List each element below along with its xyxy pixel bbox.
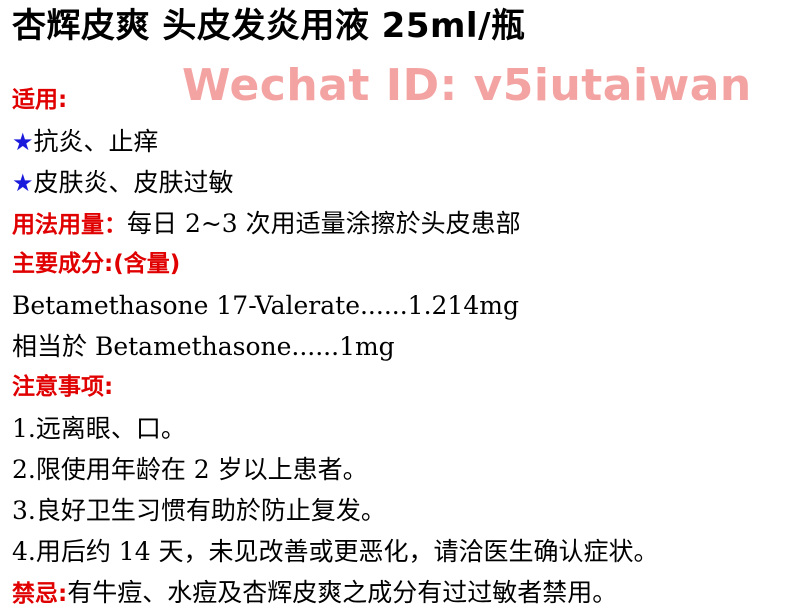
usage-item-text: 皮肤炎、皮肤过敏	[33, 168, 234, 197]
ingredients-heading: 主要成分:(含量)	[12, 251, 181, 277]
dosage-label: 用法用量：	[12, 212, 127, 238]
usage-item-text: 抗炎、止痒	[33, 127, 159, 156]
precaution-item: 4.用后约 14 天，未见改善或更恶化，请洽医生确认症状。	[12, 537, 659, 566]
precaution-item: 2.限使用年龄在 2 岁以上患者。	[12, 455, 368, 484]
ingredient-item: 相当於 Betamethasone......1mg	[12, 332, 395, 361]
precautions-heading: 注意事项:	[12, 374, 114, 400]
product-label: 杏辉皮爽 头皮发炎用液 25ml/瓶 Wechat ID: v5iutaiwan…	[0, 0, 800, 608]
product-title: 杏辉皮爽 头皮发炎用液 25ml/瓶	[12, 6, 526, 46]
precaution-item: 3.良好卫生习惯有助於防止复发。	[12, 496, 386, 525]
usage-item: ★皮肤炎、皮肤过敏	[12, 162, 792, 203]
contraindications-text: 有牛痘、水痘及杏辉皮爽之成分有过过敏者禁用。	[67, 578, 618, 607]
contraindications-line: 禁忌:有牛痘、水痘及杏辉皮爽之成分有过过敏者禁用。	[12, 572, 792, 613]
contraindications-label: 禁忌:	[12, 581, 68, 607]
ingredient-item: Betamethasone 17-Valerate......1.214mg	[12, 291, 519, 320]
usage-heading: 适用:	[12, 87, 68, 113]
dosage-text: 每日 2~3 次用适量涂擦於头皮患部	[127, 209, 521, 238]
label-content: 适用: ★抗炎、止痒 ★皮肤炎、皮肤过敏 用法用量：每日 2~3 次用适量涂擦於…	[12, 80, 792, 613]
star-icon: ★	[12, 169, 34, 197]
star-icon: ★	[12, 128, 34, 156]
usage-item: ★抗炎、止痒	[12, 121, 792, 162]
dosage-line: 用法用量：每日 2~3 次用适量涂擦於头皮患部	[12, 203, 792, 244]
precaution-item: 1.远离眼、口。	[12, 414, 186, 443]
